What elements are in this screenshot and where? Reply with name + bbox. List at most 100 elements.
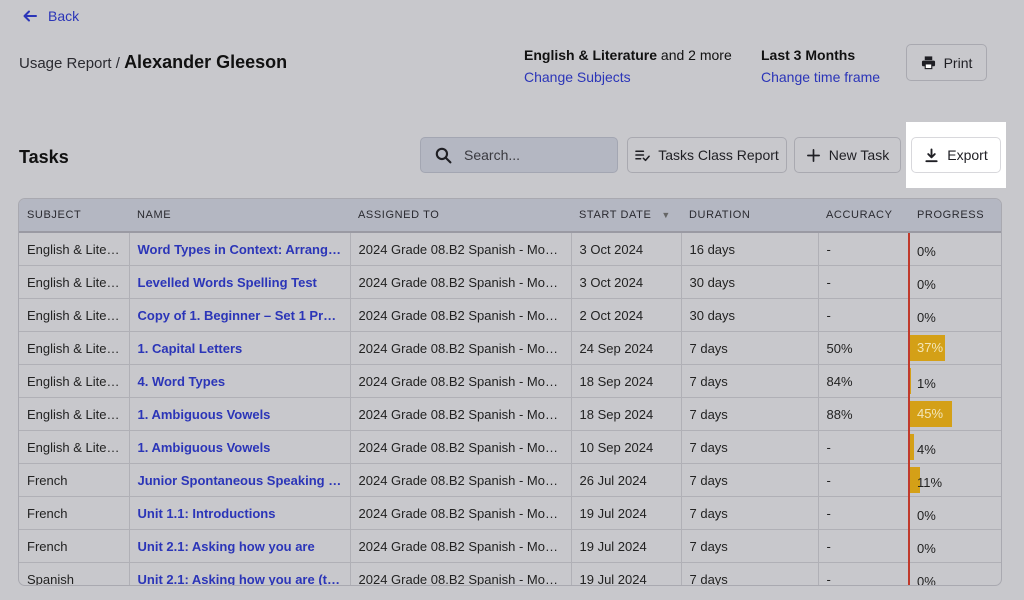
cell-start-date: 19 Jul 2024 xyxy=(571,562,682,585)
column-header-start-date[interactable]: START DATE ▼ xyxy=(571,199,681,233)
cell-task-name[interactable]: Unit 2.1: Asking how you are xyxy=(129,529,351,563)
cell-task-name[interactable]: 1. Ambiguous Vowels xyxy=(129,397,351,431)
cell-duration: 16 days xyxy=(681,232,819,266)
timeframe-filter: Last 3 Months Change time frame xyxy=(761,44,880,88)
cell-start-date: 3 Oct 2024 xyxy=(571,232,682,266)
cell-duration: 7 days xyxy=(681,430,819,464)
progress-percent: 11% xyxy=(917,475,943,490)
new-task-button[interactable]: New Task xyxy=(794,137,901,173)
progress-percent: 0% xyxy=(917,277,936,292)
progress-percent: 0% xyxy=(917,310,936,325)
cell-duration: 7 days xyxy=(681,397,819,431)
cell-accuracy: 84% xyxy=(818,364,910,398)
column-header-duration[interactable]: DURATION xyxy=(681,199,818,233)
search-icon xyxy=(435,147,452,163)
cell-progress: 0% xyxy=(908,265,1001,299)
cell-accuracy: - xyxy=(818,298,910,332)
cell-start-date: 18 Sep 2024 xyxy=(571,364,682,398)
cell-accuracy: - xyxy=(818,232,910,266)
progress-percent: 0% xyxy=(917,244,936,259)
cell-assigned-to: 2024 Grade 08.B2 Spanish - Monta... xyxy=(350,397,572,431)
progress-percent: 37% xyxy=(917,340,944,355)
cell-start-date: 19 Jul 2024 xyxy=(571,496,682,530)
column-header-assigned-to[interactable]: ASSIGNED TO xyxy=(350,199,571,233)
cell-duration: 7 days xyxy=(681,364,819,398)
table-row[interactable]: English & Liter... Copy of 1. Beginner – … xyxy=(19,298,1001,332)
cell-accuracy: - xyxy=(818,529,910,563)
cell-duration: 30 days xyxy=(681,265,819,299)
cell-task-name[interactable]: 1. Ambiguous Vowels xyxy=(129,430,351,464)
cell-subject: English & Liter... xyxy=(19,364,130,398)
column-header-subject[interactable]: SUBJECT xyxy=(19,199,129,233)
tasks-class-report-button[interactable]: Tasks Class Report xyxy=(627,137,787,173)
cell-start-date: 18 Sep 2024 xyxy=(571,397,682,431)
back-link[interactable]: Back xyxy=(22,8,79,24)
cell-assigned-to: 2024 Grade 08.B2 Spanish - Monta... xyxy=(350,232,572,266)
cell-assigned-to: 2024 Grade 08.B2 Spanish - Monta... xyxy=(350,529,572,563)
cell-assigned-to: 2024 Grade 08.B2 Spanish - Monta... xyxy=(350,364,572,398)
progress-percent: 4% xyxy=(917,442,936,457)
cell-start-date: 10 Sep 2024 xyxy=(571,430,682,464)
cell-task-name[interactable]: Levelled Words Spelling Test xyxy=(129,265,351,299)
cell-subject: French xyxy=(19,496,130,530)
timeframe-label: Last 3 Months xyxy=(761,47,856,63)
cell-task-name[interactable]: Word Types in Context: Arrange ... xyxy=(129,232,351,266)
cell-task-name[interactable]: Unit 1.1: Introductions xyxy=(129,496,351,530)
cell-task-name[interactable]: Unit 2.1: Asking how you are (tr... xyxy=(129,562,351,585)
cell-accuracy: - xyxy=(818,265,910,299)
breadcrumb: Usage Report / Alexander Gleeson xyxy=(19,52,287,73)
table-row[interactable]: English & Liter... 1. Ambiguous Vowels 202… xyxy=(19,430,1001,464)
cell-task-name[interactable]: Copy of 1. Beginner – Set 1 Pre-t... xyxy=(129,298,351,332)
cell-task-name[interactable]: 4. Word Types xyxy=(129,364,351,398)
table-row[interactable]: English & Liter... 1. Capital Letters 2024… xyxy=(19,331,1001,365)
cell-duration: 7 days xyxy=(681,463,819,497)
search-input[interactable] xyxy=(464,147,604,163)
table-row[interactable]: English & Liter... Levelled Words Spellin… xyxy=(19,265,1001,299)
cell-start-date: 19 Jul 2024 xyxy=(571,529,682,563)
table-row[interactable]: Spanish Unit 2.1: Asking how you are (tr.… xyxy=(19,562,1001,585)
cell-accuracy: - xyxy=(818,430,910,464)
cell-start-date: 3 Oct 2024 xyxy=(571,265,682,299)
table-row[interactable]: French Unit 2.1: Asking how you are 2024 G… xyxy=(19,529,1001,563)
export-label: Export xyxy=(947,147,988,163)
plus-icon xyxy=(806,148,820,162)
export-button[interactable]: Export xyxy=(911,137,1001,173)
tasks-class-report-label: Tasks Class Report xyxy=(658,147,779,163)
print-label: Print xyxy=(943,54,973,71)
cell-subject: Spanish xyxy=(19,562,130,585)
cell-task-name[interactable]: Junior Spontaneous Speaking Q... xyxy=(129,463,351,497)
cell-duration: 30 days xyxy=(681,298,819,332)
column-header-progress[interactable]: PROGRESS xyxy=(909,199,1001,233)
cell-subject: English & Liter... xyxy=(19,265,130,299)
cell-duration: 7 days xyxy=(681,529,819,563)
table-row[interactable]: French Unit 1.1: Introductions 2024 Grade … xyxy=(19,496,1001,530)
cell-accuracy: - xyxy=(818,562,910,585)
progress-percent: 45% xyxy=(917,406,944,421)
cell-accuracy: 88% xyxy=(818,397,910,431)
cell-progress: 37% xyxy=(908,331,1001,365)
cell-subject: English & Liter... xyxy=(19,298,130,332)
cell-progress: 4% xyxy=(908,430,1001,464)
change-subjects-link[interactable]: Change Subjects xyxy=(524,66,732,88)
cell-start-date: 2 Oct 2024 xyxy=(571,298,682,332)
table-row[interactable]: French Junior Spontaneous Speaking Q... 20… xyxy=(19,463,1001,497)
table-row[interactable]: English & Liter... 4. Word Types 2024 Grad… xyxy=(19,364,1001,398)
cell-assigned-to: 2024 Grade 08.B2 Spanish - Monta... xyxy=(350,331,572,365)
cell-progress: 1% xyxy=(908,364,1001,398)
cell-subject: English & Liter... xyxy=(19,232,130,266)
student-name: Alexander Gleeson xyxy=(124,52,288,72)
table-row[interactable]: English & Liter... 1. Ambiguous Vowels 202… xyxy=(19,397,1001,431)
cell-subject: French xyxy=(19,529,130,563)
cell-duration: 7 days xyxy=(681,496,819,530)
cell-subject: English & Liter... xyxy=(19,397,130,431)
progress-percent: 0% xyxy=(917,541,936,556)
change-timeframe-link[interactable]: Change time frame xyxy=(761,66,880,88)
print-button[interactable]: Print xyxy=(906,44,987,81)
search-box[interactable] xyxy=(420,137,618,173)
column-header-name[interactable]: NAME xyxy=(129,199,350,233)
column-header-accuracy[interactable]: ACCURACY xyxy=(818,199,909,233)
cell-task-name[interactable]: 1. Capital Letters xyxy=(129,331,351,365)
cell-assigned-to: 2024 Grade 08.B2 Spanish - Monta... xyxy=(350,430,572,464)
cell-progress: 0% xyxy=(908,529,1001,563)
table-row[interactable]: English & Liter... Word Types in Context:… xyxy=(19,232,1001,266)
